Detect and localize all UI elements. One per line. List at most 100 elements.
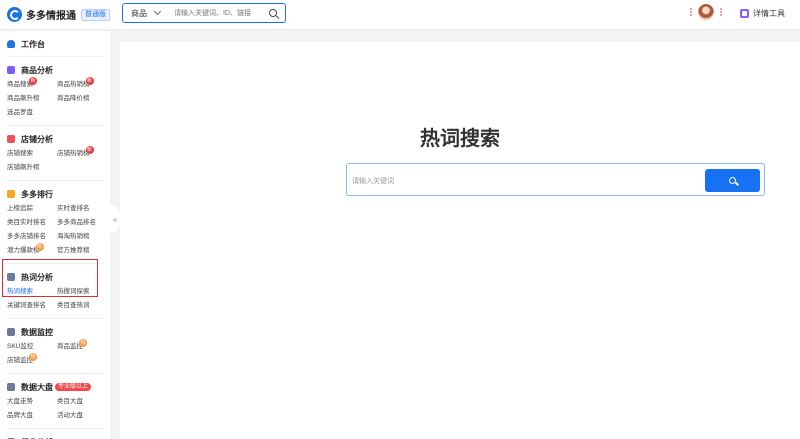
- sidebar-section-header[interactable]: 行业分析: [7, 434, 110, 439]
- edition-badge[interactable]: 普通版: [81, 8, 110, 21]
- wave-icon: [716, 8, 722, 16]
- sidebar-collapse-handle[interactable]: «: [110, 205, 120, 233]
- user-avatar-area[interactable]: [690, 4, 722, 20]
- wave-icon: [690, 8, 696, 16]
- sidebar-item[interactable]: 类目查热词: [57, 299, 107, 313]
- sidebar-workbench[interactable]: 工作台: [0, 36, 110, 52]
- search-icon[interactable]: [269, 9, 277, 17]
- tool-label: 详情工具: [753, 9, 785, 18]
- section-title: 多多排行: [21, 189, 53, 199]
- sidebar-item-label: 类目查热词: [57, 302, 90, 309]
- divider: [7, 180, 103, 181]
- top-header: 多多情报通 普通版 商品 请输入关键词、ID、链接 详情工具: [0, 0, 800, 30]
- sidebar-item-label: 活动大盘: [57, 412, 83, 419]
- sidebar-item[interactable]: 海淘热销榜: [57, 230, 107, 244]
- sidebar-section-header[interactable]: 商品分析: [7, 62, 110, 78]
- new-badge: 热: [35, 243, 44, 251]
- divider: [7, 125, 103, 126]
- page-title: 热词搜索: [420, 128, 500, 150]
- sidebar-item[interactable]: 商品降价榜: [57, 92, 107, 106]
- section-icon: [7, 135, 15, 143]
- sidebar-item[interactable]: 多多商品排名: [57, 216, 107, 230]
- new-badge: 热: [29, 353, 37, 361]
- detail-tool-button[interactable]: 详情工具: [740, 8, 785, 19]
- sidebar-section-header[interactable]: 数据监控: [7, 324, 110, 340]
- logo[interactable]: 多多情报通 普通版: [7, 7, 110, 22]
- sidebar-item-label: 类目实时排名: [7, 219, 46, 226]
- sidebar-item[interactable]: 关键词查排名: [7, 299, 57, 313]
- sidebar-item[interactable]: 大盘走势: [7, 395, 57, 409]
- sidebar-item-label: 店铺飙升榜: [7, 164, 40, 171]
- sidebar-item[interactable]: 品牌大盘: [7, 409, 57, 423]
- sidebar-item-label: 关键词查排名: [7, 302, 46, 309]
- sidebar-item-label: 多多商品排名: [57, 219, 96, 226]
- sidebar-section: 店铺分析店铺搜索 店铺热销榜新店铺飙升榜: [0, 131, 110, 175]
- sidebar-item-label: 店铺搜索: [7, 150, 33, 157]
- section-title: 商品分析: [21, 65, 53, 75]
- sidebar-item[interactable]: 潜力爆款榜热: [7, 243, 57, 258]
- sidebar-item[interactable]: 店铺热销榜新: [57, 146, 107, 161]
- highlight-box: [2, 259, 98, 297]
- sidebar-item-label: 类目大盘: [57, 398, 83, 405]
- sidebar-section-header[interactable]: 多多排行: [7, 186, 110, 202]
- sidebar-section: 商品分析 商品搜索新商品热销榜新商品飙升榜 商品降价榜 选品罗盘: [0, 62, 110, 120]
- workbench-label: 工作台: [21, 39, 45, 49]
- global-search-input[interactable]: 请输入关键词、ID、链接: [174, 8, 269, 18]
- sidebar-item[interactable]: SKU监控: [7, 340, 57, 354]
- section-icon: [7, 328, 15, 336]
- sidebar-item-label: SKU监控: [7, 343, 34, 350]
- sidebar-item-label: 潜力爆款榜: [7, 247, 40, 254]
- sidebar-section-header[interactable]: 数据大盘 专业版以上: [7, 379, 110, 395]
- new-badge: 热: [79, 339, 87, 347]
- logo-icon: [7, 7, 22, 22]
- sidebar-item[interactable]: 商品热销榜新: [57, 77, 107, 92]
- pro-tag: 专业版以上: [55, 383, 92, 391]
- sidebar-item[interactable]: 类目实时排名: [7, 216, 57, 230]
- sidebar-item-label: 大盘走势: [7, 398, 33, 405]
- sidebar-item-label: 商品飙升榜: [7, 95, 40, 102]
- divider: [7, 318, 103, 319]
- sidebar-item[interactable]: 商品搜索新: [7, 77, 57, 92]
- tool-icon: [740, 9, 749, 18]
- sidebar-item[interactable]: 多多店铺排名: [7, 230, 57, 244]
- global-search[interactable]: 商品 请输入关键词、ID、链接: [122, 3, 286, 23]
- sidebar-item[interactable]: 店铺飙升榜: [7, 161, 57, 175]
- sidebar: 工作台 商品分析 商品搜索新商品热销榜新商品飙升榜 商品降价榜 选品罗盘 店铺分析 店铺搜…: [0, 31, 110, 439]
- section-icon: [7, 383, 15, 391]
- sidebar-section: 多多排行 上榜追踪 实时查排名 类目实时排名 多多商品排名 多多店铺排名 海淘热销榜 潜力爆款…: [0, 186, 110, 258]
- divider: [7, 56, 103, 57]
- hotword-search-input[interactable]: 请输入关键词: [352, 176, 394, 186]
- sidebar-section: 数据大盘 专业版以上大盘走势 类目大盘品牌大盘 活动大盘: [0, 379, 110, 423]
- new-badge: 新: [29, 77, 37, 85]
- double-chevron-left-icon: «: [112, 214, 118, 224]
- sidebar-item-label: 品牌大盘: [7, 412, 33, 419]
- sidebar-item[interactable]: 官方推荐榜: [57, 244, 107, 258]
- sidebar-item-label: 多多店铺排名: [7, 233, 46, 240]
- sidebar-item[interactable]: 选品罗盘: [7, 106, 57, 120]
- search-button[interactable]: [705, 169, 760, 192]
- sidebar-item[interactable]: 活动大盘: [57, 409, 107, 423]
- sidebar-item[interactable]: 店铺搜索: [7, 147, 57, 161]
- sidebar-item-label: 商品热销榜: [57, 81, 90, 88]
- new-badge: 新: [85, 146, 94, 154]
- sidebar-item-label: 商品降价榜: [57, 95, 90, 102]
- hotword-search-box[interactable]: 请输入关键词: [346, 163, 765, 196]
- sidebar-item-label: 官方推荐榜: [57, 247, 90, 254]
- search-icon: [729, 177, 736, 184]
- sidebar-section: 行业分析: [0, 434, 110, 439]
- sidebar-item-label: 实时查排名: [57, 205, 90, 212]
- divider: [7, 428, 103, 429]
- avatar[interactable]: [698, 4, 714, 20]
- sidebar-item[interactable]: 类目大盘: [57, 395, 107, 409]
- section-title: 数据大盘: [21, 382, 53, 392]
- sidebar-item[interactable]: 上榜追踪: [7, 202, 57, 216]
- sidebar-section-header[interactable]: 店铺分析: [7, 131, 110, 147]
- chevron-down-icon: [153, 7, 162, 16]
- sidebar-item[interactable]: 店铺监控热: [7, 353, 57, 368]
- sidebar-item[interactable]: 商品飙升榜: [7, 92, 57, 106]
- sidebar-item-label: 选品罗盘: [7, 109, 33, 116]
- section-title: 店铺分析: [21, 134, 53, 144]
- sidebar-item[interactable]: 实时查排名: [57, 202, 107, 216]
- sidebar-item[interactable]: 商品监控热: [57, 339, 107, 354]
- search-category-select[interactable]: 商品: [131, 8, 147, 19]
